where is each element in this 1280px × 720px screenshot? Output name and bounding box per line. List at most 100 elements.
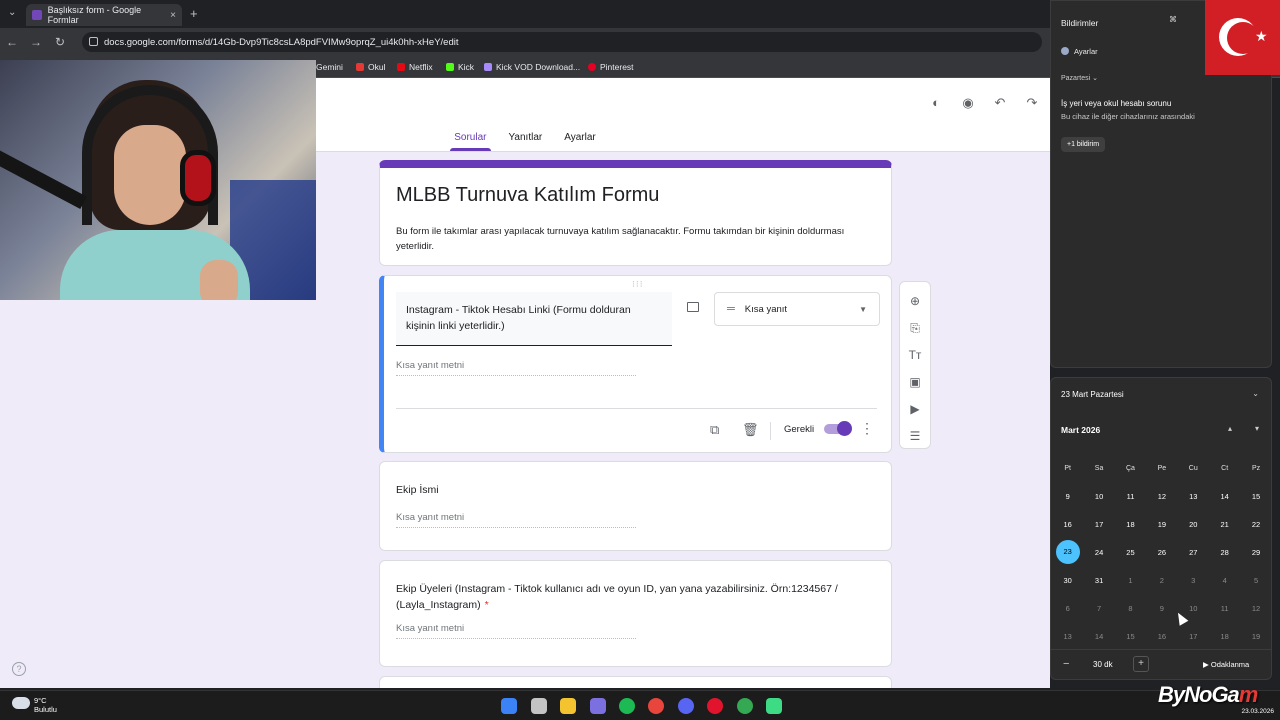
redo-icon[interactable]: ↷ bbox=[1023, 94, 1041, 112]
add-title-icon[interactable]: Tт bbox=[900, 348, 930, 362]
calendar-day[interactable]: 18 bbox=[1209, 632, 1240, 641]
calendar-day[interactable]: 1 bbox=[1115, 576, 1146, 585]
calendar-month[interactable]: Mart 2026 bbox=[1061, 425, 1100, 435]
browser-tab[interactable]: Başlıksız form - Google Formlar × bbox=[26, 4, 182, 26]
undo-icon[interactable]: ↶ bbox=[991, 94, 1009, 112]
calendar-day[interactable]: 10 bbox=[1083, 492, 1114, 501]
calendar-day[interactable]: 4 bbox=[1209, 576, 1240, 585]
task-view-icon[interactable] bbox=[531, 698, 547, 714]
duplicate-icon[interactable]: ⧉ bbox=[710, 422, 719, 438]
calendar-day[interactable]: 8 bbox=[1115, 604, 1146, 613]
calendar-day[interactable]: 15 bbox=[1115, 632, 1146, 641]
calendar-day[interactable]: 5 bbox=[1240, 576, 1271, 585]
calendar-day[interactable]: 11 bbox=[1209, 604, 1240, 613]
more-notifications-button[interactable]: +1 bildirim bbox=[1061, 137, 1106, 152]
bookmark-kick[interactable]: Kick bbox=[446, 62, 474, 72]
calendar-day[interactable]: 27 bbox=[1178, 548, 1209, 557]
more-options-icon[interactable]: ⋮ bbox=[860, 420, 874, 437]
drag-handle-icon[interactable]: ⁝⁝⁝ bbox=[632, 279, 644, 290]
calendar-day[interactable]: 16 bbox=[1052, 520, 1083, 529]
chrome-profile-icon[interactable] bbox=[737, 698, 753, 714]
add-video-icon[interactable]: ▶ bbox=[900, 402, 930, 416]
import-questions-icon[interactable]: ⎘ bbox=[900, 321, 930, 336]
weather-widget[interactable]: 9°C Bulutlu bbox=[34, 696, 57, 714]
tab-ayarlar[interactable]: Ayarlar bbox=[560, 126, 600, 151]
question-card[interactable]: Ekip İsmi Kısa yanıt metni bbox=[379, 461, 892, 551]
previous-month-icon[interactable]: ▴ bbox=[1228, 424, 1232, 433]
add-image-icon[interactable] bbox=[687, 302, 699, 312]
question-type-select[interactable]: ═ Kısa yanıt ▼ bbox=[714, 292, 880, 326]
cloud-icon[interactable] bbox=[12, 697, 30, 709]
preview-eye-icon[interactable]: ◉ bbox=[959, 94, 977, 112]
calendar-day[interactable]: 17 bbox=[1178, 632, 1209, 641]
tab-yanitlar[interactable]: Yanıtlar bbox=[505, 126, 547, 151]
notification-title[interactable]: İş yeri veya okul hesabı sorunu bbox=[1061, 99, 1171, 108]
help-icon[interactable]: ? bbox=[12, 662, 26, 676]
discord-icon[interactable] bbox=[678, 698, 694, 714]
calendar-day[interactable]: 16 bbox=[1146, 632, 1177, 641]
close-tab-icon[interactable]: × bbox=[170, 10, 176, 21]
start-icon[interactable] bbox=[501, 698, 517, 714]
bookmark-netflix[interactable]: Netflix bbox=[397, 62, 433, 72]
calendar-day[interactable]: 6 bbox=[1052, 604, 1083, 613]
calendar-day[interactable]: 25 bbox=[1115, 548, 1146, 557]
calendar-day[interactable]: 17 bbox=[1083, 520, 1114, 529]
required-toggle[interactable] bbox=[824, 421, 852, 436]
calendar-day[interactable]: 9 bbox=[1146, 604, 1177, 613]
calendar-day[interactable]: 26 bbox=[1146, 548, 1177, 557]
form-title[interactable]: MLBB Turnuva Katılım Formu bbox=[396, 184, 659, 207]
question-title-input[interactable]: Instagram - Tiktok Hesabı Linki (Formu d… bbox=[396, 292, 672, 346]
calendar-day[interactable]: 20 bbox=[1178, 520, 1209, 529]
calendar-day[interactable]: 13 bbox=[1178, 492, 1209, 501]
question-card-active[interactable]: ⁝⁝⁝ Instagram - Tiktok Hesabı Linki (For… bbox=[379, 275, 892, 453]
taskbar-date[interactable]: 23.03.2026 bbox=[1241, 708, 1274, 715]
bookmark-pinterest[interactable]: Pinterest bbox=[588, 62, 634, 72]
file-explorer-icon[interactable] bbox=[560, 698, 576, 714]
calendar-day[interactable]: 31 bbox=[1083, 576, 1114, 585]
spotify-icon[interactable] bbox=[619, 698, 635, 714]
calendar-day[interactable]: 3 bbox=[1178, 576, 1209, 585]
bookmark-kick-vod[interactable]: Kick VOD Download... bbox=[484, 62, 580, 72]
focus-assist-icon[interactable]: ⌘ bbox=[1169, 15, 1177, 24]
bookmark-gemini[interactable]: Gemini bbox=[316, 62, 343, 72]
tab-sorular[interactable]: Sorular bbox=[450, 126, 491, 151]
calendar-day[interactable]: 30 bbox=[1052, 576, 1083, 585]
calendar-day[interactable]: 24 bbox=[1083, 548, 1114, 557]
copilot-icon[interactable] bbox=[590, 698, 606, 714]
calendar-day[interactable]: 18 bbox=[1115, 520, 1146, 529]
site-info-icon[interactable] bbox=[89, 37, 98, 46]
bookmark-okul[interactable]: Okul bbox=[356, 62, 385, 72]
day-group[interactable]: Pazartesi ⌄ bbox=[1061, 74, 1098, 82]
calendar-day[interactable]: 15 bbox=[1240, 492, 1271, 501]
calendar-day[interactable]: 21 bbox=[1209, 520, 1240, 529]
calendar-day[interactable]: 14 bbox=[1083, 632, 1114, 641]
reload-icon[interactable]: ↻ bbox=[48, 35, 72, 49]
form-description[interactable]: Bu form ile takımlar arası yapılacak tur… bbox=[396, 224, 871, 254]
add-section-icon[interactable]: ☰ bbox=[900, 429, 930, 443]
forward-icon[interactable]: → bbox=[24, 35, 48, 49]
calendar-day[interactable]: 2 bbox=[1146, 576, 1177, 585]
collapse-chevron-icon[interactable]: ⌄ bbox=[1252, 389, 1259, 398]
calendar-day[interactable]: 11 bbox=[1115, 492, 1146, 501]
back-icon[interactable]: ← bbox=[0, 35, 24, 49]
add-image-icon[interactable]: ▣ bbox=[900, 375, 930, 389]
question-card[interactable] bbox=[379, 676, 892, 688]
start-focus-button[interactable]: ▶ Odaklanma bbox=[1203, 660, 1249, 669]
palette-icon[interactable]: ◐ bbox=[927, 94, 945, 112]
calendar-day[interactable]: 12 bbox=[1240, 604, 1271, 613]
calendar-day[interactable]: 19 bbox=[1240, 632, 1271, 641]
notification-settings[interactable]: Ayarlar bbox=[1061, 47, 1098, 56]
calendar-day-today[interactable]: 23 bbox=[1052, 540, 1083, 564]
increase-icon[interactable]: + bbox=[1133, 656, 1149, 672]
decrease-icon[interactable]: − bbox=[1063, 658, 1069, 670]
tab-search-icon[interactable]: ⌄ bbox=[8, 7, 16, 18]
calendar-day[interactable]: 7 bbox=[1083, 604, 1114, 613]
calendar-day[interactable]: 14 bbox=[1209, 492, 1240, 501]
new-tab-button[interactable]: + bbox=[190, 6, 198, 21]
add-question-icon[interactable]: ⊕ bbox=[900, 294, 930, 308]
question-card[interactable]: Ekip Üyeleri (Instagram - Tiktok kullanı… bbox=[379, 560, 892, 667]
address-bar[interactable]: docs.google.com/forms/d/14Gb-Dvp9Tic8csL… bbox=[82, 32, 1042, 52]
form-title-card[interactable]: MLBB Turnuva Katılım Formu Bu form ile t… bbox=[379, 160, 892, 266]
calendar-day[interactable]: 28 bbox=[1209, 548, 1240, 557]
delete-icon[interactable]: 🗑 bbox=[742, 422, 759, 438]
